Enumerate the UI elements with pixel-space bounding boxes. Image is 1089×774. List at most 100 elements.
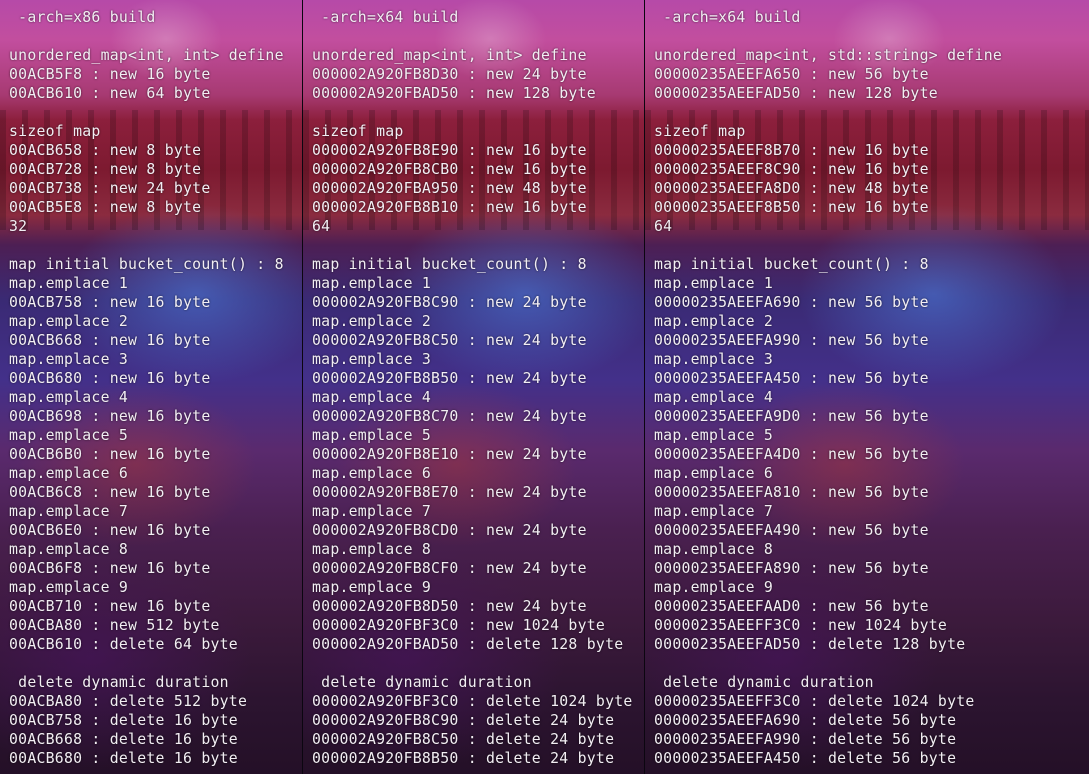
console-line: 00ACB668 : delete 16 byte xyxy=(9,731,238,748)
console-line: map.emplace 8 xyxy=(654,541,774,558)
console-line: 00000235AEEFA450 : new 56 byte xyxy=(654,370,929,387)
console-line: 000002A920FB8C90 : delete 24 byte xyxy=(312,712,615,729)
console-line: 000002A920FB8C70 : new 24 byte xyxy=(312,408,587,425)
console-line: 00ACB668 : new 16 byte xyxy=(9,332,211,349)
console-line: delete dynamic duration xyxy=(312,674,532,691)
console-line: 00000235AEEF8B50 : new 16 byte xyxy=(654,199,929,216)
console-pane-x64-int[interactable]: -arch=x64 build unordered_map<int, int> d… xyxy=(303,0,644,774)
console-line: 000002A920FBAD50 : new 128 byte xyxy=(312,85,596,102)
console-line: 00ACB610 : new 64 byte xyxy=(9,85,211,102)
console-line: map.emplace 9 xyxy=(9,579,129,596)
console-line: 00000235AEEFA810 : new 56 byte xyxy=(654,484,929,501)
console-line: 000002A920FB8CF0 : new 24 byte xyxy=(312,560,587,577)
console-line: 00000235AEEFA690 : delete 56 byte xyxy=(654,712,957,729)
console-line: 000002A920FB8B50 : new 24 byte xyxy=(312,370,587,387)
console-line: 00000235AEEFAD50 : new 128 byte xyxy=(654,85,938,102)
console-line: map initial bucket_count() : 8 xyxy=(312,256,587,273)
console-line: 00000235AEEFA9D0 : new 56 byte xyxy=(654,408,929,425)
console-line: map.emplace 7 xyxy=(312,503,432,520)
console-line: map.emplace 6 xyxy=(9,465,129,482)
console-text: -arch=x64 build unordered_map<int, std::s… xyxy=(645,0,1089,768)
console-line: 00ACB710 : new 16 byte xyxy=(9,598,211,615)
console-line: 00000235AEEFA490 : new 56 byte xyxy=(654,522,929,539)
console-line: 000002A920FBF3C0 : delete 1024 byte xyxy=(312,693,633,710)
console-line: 00ACB5F8 : new 16 byte xyxy=(9,66,211,83)
console-line: 000002A920FBA950 : new 48 byte xyxy=(312,180,587,197)
console-line: 00000235AEEFAAD0 : new 56 byte xyxy=(654,598,929,615)
console-line: 00000235AEEFAD50 : delete 128 byte xyxy=(654,636,966,653)
console-line: 000002A920FB8E10 : new 24 byte xyxy=(312,446,587,463)
console-line: 00000235AEEFA4D0 : new 56 byte xyxy=(654,446,929,463)
console-text: -arch=x64 build unordered_map<int, int> d… xyxy=(303,0,644,768)
console-line: map.emplace 5 xyxy=(312,427,432,444)
console-line: -arch=x64 build xyxy=(312,9,459,26)
console-line: map.emplace 8 xyxy=(312,541,432,558)
console-line: 00000235AEEFA650 : new 56 byte xyxy=(654,66,929,83)
console-line: 00000235AEEFA450 : delete 56 byte xyxy=(654,750,957,767)
console-line: map.emplace 2 xyxy=(9,313,129,330)
console-line: map.emplace 6 xyxy=(654,465,774,482)
console-line: 000002A920FB8B50 : delete 24 byte xyxy=(312,750,615,767)
console-line: 000002A920FB8D30 : new 24 byte xyxy=(312,66,587,83)
console-line: map.emplace 5 xyxy=(654,427,774,444)
console-line: unordered_map<int, int> define xyxy=(9,47,284,64)
console-line: 000002A920FB8C90 : new 24 byte xyxy=(312,294,587,311)
console-line: 64 xyxy=(312,218,331,235)
console-line: map initial bucket_count() : 8 xyxy=(9,256,284,273)
console-line: 000002A920FB8B10 : new 16 byte xyxy=(312,199,587,216)
console-line: delete dynamic duration xyxy=(654,674,874,691)
console-text: -arch=x86 build unordered_map<int, int> d… xyxy=(0,0,302,768)
console-pane-x86[interactable]: -arch=x86 build unordered_map<int, int> d… xyxy=(0,0,302,774)
console-line: map.emplace 5 xyxy=(9,427,129,444)
console-line: 00000235AEEFF3C0 : delete 1024 byte xyxy=(654,693,975,710)
console-pane-x64-string[interactable]: -arch=x64 build unordered_map<int, std::s… xyxy=(645,0,1089,774)
console-line: 00ACBA80 : new 512 byte xyxy=(9,617,220,634)
console-line: 00000235AEEFA990 : delete 56 byte xyxy=(654,731,957,748)
console-line: 00ACB680 : new 16 byte xyxy=(9,370,211,387)
console-line: map.emplace 8 xyxy=(9,541,129,558)
console-line: 00000235AEEFA990 : new 56 byte xyxy=(654,332,929,349)
console-line: 00000235AEEFA890 : new 56 byte xyxy=(654,560,929,577)
console-line: unordered_map<int, int> define xyxy=(312,47,587,64)
console-line: map.emplace 2 xyxy=(312,313,432,330)
console-line: 64 xyxy=(654,218,673,235)
console-line: delete dynamic duration xyxy=(9,674,229,691)
console-line: map.emplace 7 xyxy=(654,503,774,520)
console-line: 00ACB698 : new 16 byte xyxy=(9,408,211,425)
console-line: 00ACB758 : new 16 byte xyxy=(9,294,211,311)
console-line: 00ACBA80 : delete 512 byte xyxy=(9,693,248,710)
console-line: 00ACB5E8 : new 8 byte xyxy=(9,199,202,216)
console-line: map.emplace 6 xyxy=(312,465,432,482)
console-line: 00ACB6B0 : new 16 byte xyxy=(9,446,211,463)
console-line: map.emplace 7 xyxy=(9,503,129,520)
console-line: unordered_map<int, std::string> define xyxy=(654,47,1003,64)
console-line: 00ACB758 : delete 16 byte xyxy=(9,712,238,729)
console-line: 00ACB738 : new 24 byte xyxy=(9,180,211,197)
console-line: 00ACB6E0 : new 16 byte xyxy=(9,522,211,539)
console-line: map.emplace 4 xyxy=(654,389,774,406)
console-line: map.emplace 2 xyxy=(654,313,774,330)
console-line: 000002A920FB8C50 : delete 24 byte xyxy=(312,731,615,748)
console-line: 00ACB610 : delete 64 byte xyxy=(9,636,238,653)
console-line: 00000235AEEFA690 : new 56 byte xyxy=(654,294,929,311)
console-output-comparison: -arch=x86 build unordered_map<int, int> d… xyxy=(0,0,1089,774)
console-line: map.emplace 9 xyxy=(312,579,432,596)
console-line: 00000235AEEF8C90 : new 16 byte xyxy=(654,161,929,178)
console-line: sizeof map xyxy=(654,123,746,140)
console-line: sizeof map xyxy=(312,123,404,140)
console-line: 000002A920FB8CD0 : new 24 byte xyxy=(312,522,587,539)
console-line: 000002A920FB8E90 : new 16 byte xyxy=(312,142,587,159)
console-line: 32 xyxy=(9,218,28,235)
console-line: 00000235AEEF8B70 : new 16 byte xyxy=(654,142,929,159)
console-line: 000002A920FB8E70 : new 24 byte xyxy=(312,484,587,501)
